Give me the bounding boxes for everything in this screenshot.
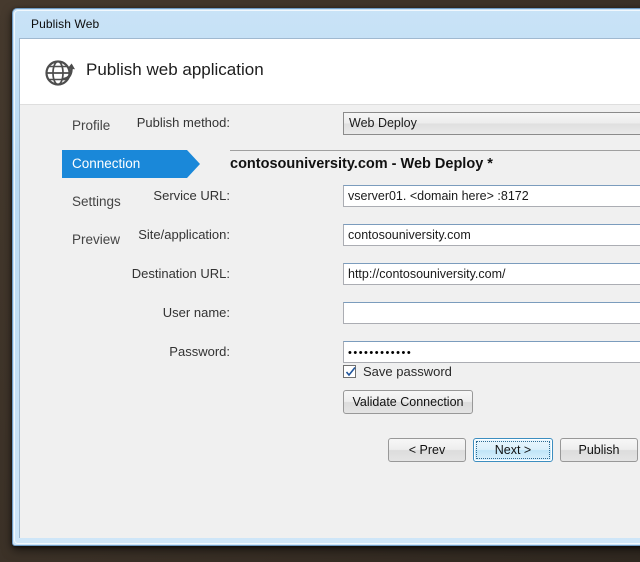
dialog-header: Publish web application [20,39,640,105]
connection-panel: contosouniversity.com - Web Deploy * Pub… [206,106,640,538]
user-name-label: User name: [40,305,230,320]
section-divider [230,150,640,151]
site-application-input[interactable] [343,224,640,246]
desktop-background: Publish Web Publish web applic [0,0,640,562]
password-masked-value: •••••••••••• [348,347,412,359]
focus-ring [476,441,550,459]
next-button[interactable]: Next > [473,438,553,462]
publish-method-select[interactable]: Web Deploy [343,112,640,135]
destination-url-input[interactable] [343,263,640,285]
service-url-label: Service URL: [40,188,230,203]
save-password-label: Save password [363,364,452,379]
publish-method-value: Web Deploy [349,116,417,130]
publish-method-label: Publish method: [40,115,230,130]
checkmark-icon [345,366,357,378]
site-application-label: Site/application: [40,227,230,242]
selection-arrow-icon [187,150,200,178]
publish-button-label: Publish [579,443,620,457]
window-title: Publish Web [31,17,99,31]
sidebar-item-connection[interactable]: Connection [62,150,187,178]
password-label: Password: [40,344,230,359]
page-title: contosouniversity.com - Web Deploy * [230,156,493,172]
prev-button[interactable]: < Prev [388,438,466,462]
header-title: Publish web application [86,60,264,80]
sidebar-item-label: Connection [72,156,140,171]
password-input[interactable]: •••••••••••• [343,341,640,363]
validate-connection-label: Validate Connection [353,395,464,409]
wizard-footer: < Prev Next > Publish Close [206,438,640,468]
user-name-input[interactable] [343,302,640,324]
globe-publish-icon [42,53,80,91]
prev-button-label: < Prev [409,443,445,457]
save-password-checkbox[interactable] [343,365,356,378]
destination-url-label: Destination URL: [40,266,230,281]
title-bar[interactable]: Publish Web [13,9,640,38]
validate-connection-button[interactable]: Validate Connection [343,390,473,414]
dialog-client-area: Publish web application Profile Connecti… [19,38,640,538]
wizard-sidebar: Profile Connection Settings Preview [20,106,206,538]
publish-web-dialog: Publish Web Publish web applic [12,8,640,546]
service-url-input[interactable] [343,185,640,207]
publish-button[interactable]: Publish [560,438,638,462]
